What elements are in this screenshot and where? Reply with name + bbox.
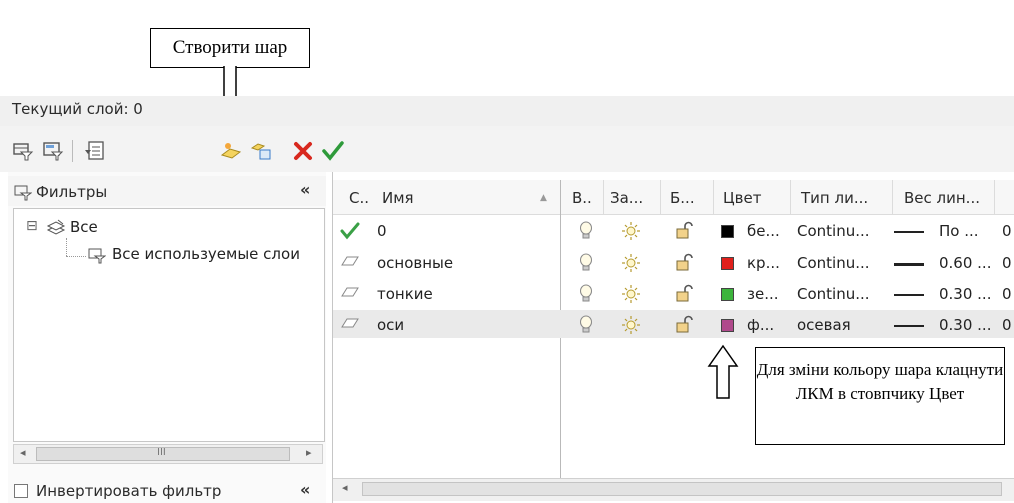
column-divider — [660, 180, 661, 214]
color-swatch[interactable] — [721, 257, 734, 270]
layer-icon — [341, 256, 359, 266]
filter-icon — [88, 248, 106, 264]
linetype[interactable]: Continu... — [797, 285, 870, 303]
linetype[interactable]: осевая — [797, 316, 851, 334]
col-lock[interactable]: Б... — [670, 189, 695, 207]
color-name[interactable]: кр... — [747, 254, 780, 272]
unlock-icon[interactable] — [674, 284, 694, 304]
sort-up-icon: ▲ — [540, 193, 547, 203]
col-name[interactable]: Имя — [382, 189, 414, 207]
extra-cell: 0 — [1002, 285, 1012, 303]
color-swatch[interactable] — [721, 288, 734, 301]
color-swatch[interactable] — [721, 225, 734, 238]
extra-cell: 0 — [1002, 254, 1012, 272]
lightbulb-icon[interactable] — [578, 315, 594, 335]
tree-connector — [66, 238, 68, 256]
unlock-icon[interactable] — [674, 253, 694, 273]
delete-layer-icon[interactable] — [292, 140, 314, 162]
extra-cell: 0 — [1002, 222, 1012, 240]
color-name[interactable]: ф... — [747, 316, 774, 334]
set-current-icon[interactable] — [322, 140, 344, 162]
lightbulb-icon[interactable] — [578, 221, 594, 241]
linetype[interactable]: Continu... — [797, 222, 870, 240]
toolbar-divider — [72, 140, 73, 162]
column-divider — [790, 180, 791, 214]
col-status[interactable]: С.. — [349, 189, 369, 207]
current-layer-label: Текущий слой: 0 — [12, 100, 143, 118]
up-arrow-icon — [707, 344, 739, 399]
lineweight[interactable]: По ... — [939, 222, 979, 240]
filters-title: Фильтры — [36, 183, 108, 201]
column-divider — [994, 180, 995, 214]
layer-icon — [341, 287, 359, 297]
tree-expander-icon[interactable]: ⊟ — [26, 218, 38, 234]
layer-name[interactable]: 0 — [377, 222, 387, 240]
toolbar — [0, 126, 1014, 172]
sun-icon[interactable] — [621, 315, 641, 335]
new-layer-icon[interactable] — [220, 140, 242, 162]
collapse-filters-button[interactable]: « — [300, 180, 310, 199]
filter-tree — [13, 208, 325, 442]
col-on[interactable]: В.. — [572, 189, 592, 207]
linetype[interactable]: Continu... — [797, 254, 870, 272]
layer-states-icon[interactable] — [84, 140, 106, 162]
color-name[interactable]: бе... — [747, 222, 780, 240]
lightbulb-icon[interactable] — [578, 253, 594, 273]
tree-connector — [66, 256, 86, 258]
lineweight-sample — [894, 325, 924, 327]
lineweight[interactable]: 0.30 ... — [939, 285, 991, 303]
create-layer-callout: Створити шар — [150, 28, 310, 68]
lineweight[interactable]: 0.30 ... — [939, 316, 991, 334]
filter-icon[interactable] — [42, 140, 64, 162]
layer-name[interactable]: оси — [377, 316, 404, 334]
col-color[interactable]: Цвет — [723, 189, 761, 207]
unlock-icon[interactable] — [674, 315, 694, 335]
current-layer-bar — [0, 96, 1014, 126]
lineweight-sample — [894, 294, 924, 296]
color-name[interactable]: зе... — [747, 285, 779, 303]
column-divider — [892, 180, 893, 214]
invert-filter-label: Инвертировать фильтр — [36, 482, 222, 500]
new-layer-vp-icon[interactable] — [250, 140, 272, 162]
unlock-icon[interactable] — [674, 221, 694, 241]
layer-name[interactable]: основные — [377, 254, 453, 272]
current-layer-check-icon — [340, 222, 360, 240]
tree-item-all[interactable]: Все — [70, 218, 98, 236]
sun-icon[interactable] — [621, 221, 641, 241]
scroll-thumb[interactable] — [362, 482, 1002, 496]
col-freeze[interactable]: За... — [610, 189, 643, 207]
lineweight-sample — [894, 231, 924, 233]
change-color-callout: Для зміни кольору шара клацнути ЛКМ в ст… — [755, 347, 1005, 445]
layer-icon — [341, 318, 359, 328]
new-filter-icon[interactable] — [12, 140, 34, 162]
extra-cell: 0 — [1002, 316, 1012, 334]
sun-icon[interactable] — [621, 253, 641, 273]
scroll-right-icon[interactable]: ▸ — [306, 446, 312, 459]
lineweight[interactable]: 0.60 ... — [939, 254, 991, 272]
layers-stack-icon — [46, 219, 66, 235]
sun-icon[interactable] — [621, 284, 641, 304]
scroll-left-icon[interactable]: ◂ — [342, 481, 348, 494]
lightbulb-icon[interactable] — [578, 284, 594, 304]
scroll-left-icon[interactable]: ◂ — [20, 446, 26, 459]
filter-tree-icon — [14, 185, 32, 201]
tree-item-used-layers[interactable]: Все используемые слои — [112, 245, 300, 263]
column-divider — [603, 180, 604, 214]
invert-filter-checkbox[interactable] — [14, 484, 28, 498]
lineweight-sample — [894, 263, 924, 266]
layer-name[interactable]: тонкие — [377, 285, 433, 303]
scroll-grip: III — [157, 447, 166, 458]
color-swatch[interactable] — [721, 319, 734, 332]
col-lineweight[interactable]: Вес лин... — [904, 189, 980, 207]
column-divider — [713, 180, 714, 214]
col-linetype[interactable]: Тип ли... — [801, 189, 868, 207]
collapse-bottom-button[interactable]: « — [300, 480, 310, 499]
